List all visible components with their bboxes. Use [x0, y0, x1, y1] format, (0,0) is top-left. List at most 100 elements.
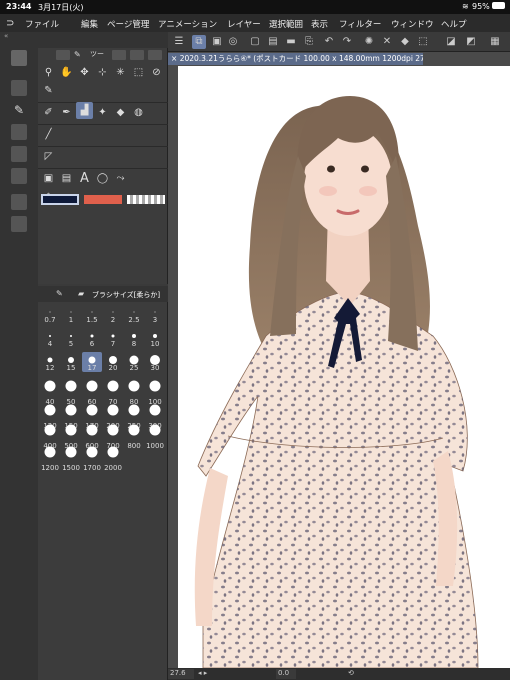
save-icon[interactable]: ▬ — [284, 35, 298, 49]
airbrush-icon[interactable]: ✦ — [94, 104, 111, 121]
brush-size-600[interactable]: 600 — [82, 424, 102, 450]
brush-size-1000[interactable]: 1000 — [145, 424, 165, 450]
crop-icon[interactable]: ▣ — [210, 35, 224, 49]
brush-size-2000[interactable]: 2000 — [103, 446, 123, 472]
color-wheel-icon[interactable] — [11, 216, 27, 232]
layer-transform-icon[interactable]: ⧉ — [192, 35, 206, 49]
brush-size-10[interactable]: 10 — [145, 328, 165, 348]
transform-tool-icon[interactable]: ⊹ — [94, 64, 111, 81]
frame-tool-icon[interactable]: ▤ — [58, 170, 75, 187]
canvas-paper[interactable] — [178, 66, 510, 668]
brush-size-40[interactable]: 40 — [40, 380, 60, 406]
menu-file[interactable]: ファイル — [25, 18, 59, 30]
menu-edit[interactable]: 編集 — [81, 18, 98, 30]
main-color-swatch[interactable] — [41, 194, 79, 205]
brush-size-500[interactable]: 500 — [61, 424, 81, 450]
brush-size-50[interactable]: 50 — [61, 380, 81, 406]
hand-tool-icon[interactable]: ✋ — [58, 64, 75, 81]
select-icon[interactable]: ⬚ — [416, 35, 430, 49]
close-tab-icon[interactable]: × — [171, 54, 177, 63]
brush-size-tab-icon[interactable]: ▰ — [78, 289, 84, 298]
subview-icon[interactable] — [11, 124, 27, 140]
pen-tool-icon[interactable]: ✎ — [40, 82, 57, 99]
line-tool-icon[interactable]: ╱ — [40, 126, 57, 143]
brush-size-300[interactable]: 300 — [145, 404, 165, 430]
zoom-value[interactable]: 27.6 — [168, 669, 194, 679]
brush-tab-icon[interactable]: ✎ — [56, 289, 63, 298]
brush-size-3[interactable]: 3 — [145, 304, 165, 324]
tool-tab-5[interactable] — [148, 50, 162, 60]
app-logo-icon[interactable]: ⊃ — [6, 18, 14, 29]
brush-size-120[interactable]: 120 — [40, 404, 60, 430]
eyedropper-icon[interactable]: ⊘ — [148, 64, 165, 81]
text-tool[interactable]: A — [76, 170, 93, 187]
tool-tab-label[interactable]: ツー — [90, 49, 104, 59]
flip-icon[interactable]: ⟲ — [348, 669, 354, 677]
export-icon[interactable]: ⎘ — [302, 35, 316, 49]
brush-tool-icon[interactable]: ▟ — [76, 102, 93, 119]
tool-tab-pen-icon[interactable]: ✎ — [74, 50, 88, 60]
menu-filter[interactable]: フィルター — [339, 18, 381, 30]
menu-window[interactable]: ウィンドウ — [391, 18, 434, 30]
brush-size-200[interactable]: 200 — [103, 404, 123, 430]
brush-size-70[interactable]: 70 — [103, 380, 123, 406]
properties-icon[interactable] — [11, 168, 27, 184]
ruler-tool-icon[interactable]: ◸ — [40, 148, 57, 165]
brush-size-60[interactable]: 60 — [82, 380, 102, 406]
brush-size-80[interactable]: 80 — [124, 380, 144, 406]
brush-size-1500[interactable]: 1500 — [61, 446, 81, 472]
new-document-icon[interactable]: ▢ — [248, 35, 262, 49]
gradient-tool-icon[interactable]: ▣ — [40, 170, 57, 187]
menu-help[interactable]: ヘルプ — [441, 18, 467, 30]
brush-size-700[interactable]: 700 — [103, 424, 123, 450]
menu-animation[interactable]: アニメーション — [158, 18, 217, 30]
redo-icon[interactable]: ↷ — [340, 35, 354, 49]
brush-size-170[interactable]: 170 — [82, 404, 102, 430]
snapshot-icon[interactable]: ◎ — [226, 35, 240, 49]
pencil-tool-icon[interactable]: ✐ — [40, 104, 57, 121]
tool-tab-1[interactable] — [56, 50, 70, 60]
ink-pen-icon[interactable]: ✒ — [58, 104, 75, 121]
grid-icon[interactable]: ▦ — [488, 35, 502, 49]
brush-size-100[interactable]: 100 — [145, 380, 165, 406]
clear-icon[interactable]: ✕ — [380, 35, 394, 49]
ruler-snap-icon[interactable]: ◩ — [464, 35, 478, 49]
undo-icon[interactable]: ↶ — [322, 35, 336, 49]
brush-size-1700[interactable]: 1700 — [82, 446, 102, 472]
navigator-icon[interactable] — [11, 146, 27, 162]
pen-icon[interactable]: ✎ — [11, 102, 27, 118]
brush-size-150[interactable]: 150 — [61, 404, 81, 430]
open-icon[interactable]: ▤ — [266, 35, 280, 49]
menu-selection[interactable]: 選択範囲 — [269, 18, 303, 30]
collapse-icon[interactable]: « — [4, 32, 34, 42]
menu-icon[interactable]: ☰ — [172, 35, 186, 49]
loading-icon[interactable]: ✺ — [362, 35, 376, 49]
sub-color-swatch[interactable] — [84, 195, 122, 204]
layers-icon[interactable] — [11, 50, 27, 66]
menu-layer[interactable]: レイヤー — [227, 18, 261, 30]
brush-size-800[interactable]: 800 — [124, 424, 144, 450]
document-tab[interactable]: × 2020.3.21うらら④* (ポストカード 100.00 x 148.00… — [168, 53, 423, 65]
move-tool-icon[interactable]: ✥ — [76, 64, 93, 81]
rotation-value[interactable]: 0.0 — [276, 669, 296, 679]
brush-size-1200[interactable]: 1200 — [40, 446, 60, 472]
zoom-tool-icon[interactable]: ⚲ — [40, 64, 57, 81]
auto-select-icon[interactable] — [11, 80, 27, 96]
snap-icon[interactable]: ◪ — [444, 35, 458, 49]
brush-size-250[interactable]: 250 — [124, 404, 144, 430]
eraser-icon[interactable]: ◆ — [112, 104, 129, 121]
menu-view[interactable]: 表示 — [311, 18, 328, 30]
selection-tool-icon[interactable]: ⬚ — [130, 64, 147, 81]
correct-line-icon[interactable]: ⤳ — [112, 170, 129, 187]
magic-wand-icon[interactable]: ✳ — [112, 64, 129, 81]
brush-size-400[interactable]: 400 — [40, 424, 60, 450]
fill-icon[interactable]: ◆ — [398, 35, 412, 49]
tool-tab-4[interactable] — [130, 50, 144, 60]
blend-tool-icon[interactable]: ◍ — [130, 104, 147, 121]
balloon-tool-icon[interactable]: ◯ — [94, 170, 111, 187]
menu-page[interactable]: ページ管理 — [107, 18, 149, 30]
brush-size-30[interactable]: 30 — [145, 352, 165, 372]
zoom-slider-icon[interactable]: ◂ ▸ — [198, 669, 207, 677]
transparent-color-swatch[interactable] — [127, 195, 165, 204]
tool-tab-3[interactable] — [112, 50, 126, 60]
